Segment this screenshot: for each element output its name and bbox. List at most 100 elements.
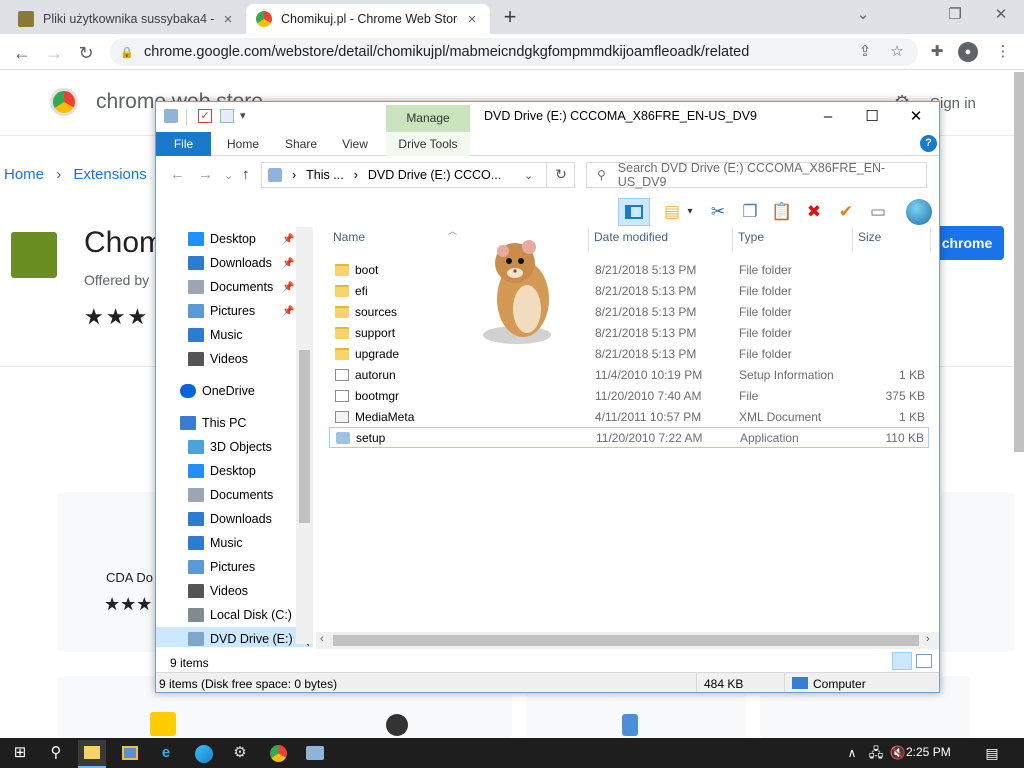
refresh-icon[interactable]: ↻ [546, 162, 575, 188]
tab-home[interactable]: Home [218, 132, 268, 156]
file-row-sources[interactable]: sources 8/21/2018 5:13 PM File folder [329, 301, 929, 322]
checkmark-icon[interactable]: ✔ [834, 200, 858, 224]
nav-scroll-thumb[interactable] [299, 350, 310, 523]
address-this-pc[interactable]: This ... [306, 168, 344, 182]
close-button[interactable]: ✕ [894, 105, 938, 129]
control-panel-icon[interactable] [122, 746, 138, 760]
nav-item-pictures[interactable]: Pictures 📌 [156, 299, 313, 323]
column-size[interactable]: Size [858, 230, 881, 244]
nav-item-desktop[interactable]: Desktop [156, 459, 313, 483]
column-type[interactable]: Type [738, 230, 764, 244]
forward-icon[interactable]: → [198, 166, 213, 183]
breadcrumb-extensions[interactable]: Extensions [73, 166, 146, 183]
chevron-down-icon[interactable]: ▾ [678, 200, 702, 224]
column-separator[interactable] [588, 227, 589, 253]
scroll-right-icon[interactable]: › [926, 633, 930, 645]
network-icon[interactable]: 🖧 [864, 742, 888, 764]
nav-item-local-disk[interactable]: Local Disk (C:) [156, 603, 313, 627]
new-tab-button[interactable]: + [498, 6, 522, 30]
close-window-button[interactable]: ✕ [978, 4, 1024, 26]
forward-icon[interactable]: → [42, 41, 66, 65]
scroll-left-icon[interactable]: ‹ [320, 633, 324, 645]
nav-item-music[interactable]: Music [156, 323, 313, 347]
restore-button[interactable]: ❐ [932, 4, 978, 26]
profile-avatar-icon[interactable]: ● [958, 42, 978, 62]
tab-pliki[interactable]: Pliki użytkownika sussybaka4 - C × [8, 4, 246, 34]
globe-icon[interactable] [906, 199, 932, 225]
chevron-down-icon[interactable]: ⌄ [524, 169, 533, 182]
file-row-efi[interactable]: efi 8/21/2018 5:13 PM File folder [329, 280, 929, 301]
up-icon[interactable]: ↑ [242, 166, 250, 183]
share-icon[interactable]: ⇪ [854, 41, 876, 63]
tab-close-icon[interactable]: × [464, 11, 480, 28]
nav-item-pictures[interactable]: Pictures [156, 555, 313, 579]
nav-item-onedrive[interactable]: OneDrive [156, 379, 313, 403]
file-row-setup[interactable]: setup 11/20/2010 7:22 AM Application 110 KB [329, 427, 929, 448]
properties-icon[interactable]: ✓ [198, 109, 212, 123]
notifications-icon[interactable]: ▤ [980, 742, 1004, 764]
recent-chevron-icon[interactable]: ⌄ [224, 169, 233, 182]
tab-chrome-web-store[interactable]: Chomikuj.pl - Chrome Web Store × [246, 4, 490, 34]
extensions-puzzle-icon[interactable]: ✚ [926, 41, 948, 63]
bookmark-star-icon[interactable]: ☆ [886, 41, 908, 63]
chrome-icon[interactable] [270, 745, 287, 762]
nav-item-videos[interactable]: Videos [156, 347, 313, 371]
address-path[interactable]: › This ... › DVD Drive (E:) CCCO... ⌄ [261, 162, 575, 188]
nav-item-videos[interactable]: Videos [156, 579, 313, 603]
breadcrumb-home[interactable]: Home [4, 166, 44, 183]
file-row-support[interactable]: support 8/21/2018 5:13 PM File folder [329, 322, 929, 343]
address-bar[interactable]: 🔒 chrome.google.com/webstore/detail/chom… [110, 38, 918, 66]
nav-item-dvd-drive[interactable]: DVD Drive (E:) C( [156, 627, 313, 647]
tab-view[interactable]: View [332, 132, 378, 156]
large-icons-view-icon[interactable] [916, 654, 932, 668]
column-separator[interactable] [852, 227, 853, 253]
horizontal-scroll-thumb[interactable] [333, 635, 919, 646]
tab-drive-tools[interactable]: Drive Tools [386, 132, 470, 156]
nav-item-desktop[interactable]: Desktop 📌 [156, 227, 313, 251]
manage-tab[interactable]: Manage [386, 105, 470, 132]
help-icon[interactable]: ? [920, 135, 937, 152]
back-icon[interactable]: ← [170, 166, 185, 183]
file-row-upgrade[interactable]: upgrade 8/21/2018 5:13 PM File folder [329, 343, 929, 364]
search-box[interactable]: ⚲ Search DVD Drive (E:) CCCOMA_X86FRE_EN… [586, 161, 927, 189]
windows-start-icon[interactable]: ⊞ [8, 742, 32, 764]
column-separator[interactable] [930, 227, 931, 253]
delete-icon[interactable]: ✖ [802, 200, 826, 224]
drive-app-icon[interactable] [306, 746, 324, 760]
search-icon[interactable]: ⚲ [44, 742, 68, 764]
nav-item-documents[interactable]: Documents [156, 483, 313, 507]
back-icon[interactable]: ← [10, 41, 34, 65]
page-scrollbar[interactable] [1014, 72, 1024, 452]
cut-scissors-icon[interactable]: ✂ [706, 200, 730, 224]
file-row-autorun[interactable]: autorun 11/4/2010 10:19 PM Setup Informati… [329, 364, 929, 385]
nav-item-3d-objects[interactable]: 3D Objects [156, 435, 313, 459]
add-to-chrome-button[interactable]: chrome [930, 226, 1004, 260]
file-row-bootmgr[interactable]: bootmgr 11/20/2010 7:40 AM File 375 KB [329, 385, 929, 406]
copy-icon[interactable]: ❐ [738, 200, 762, 224]
file-row-boot[interactable]: boot 8/21/2018 5:13 PM File folder [329, 259, 929, 280]
details-view-icon[interactable] [892, 652, 912, 670]
paste-clipboard-icon[interactable]: 📋 [770, 200, 794, 224]
rename-icon[interactable]: ▭ [866, 200, 890, 224]
edge-icon[interactable] [195, 745, 213, 763]
related-card[interactable] [940, 492, 1014, 652]
maximize-button[interactable]: ☐ [850, 105, 894, 129]
tab-share[interactable]: Share [276, 132, 326, 156]
address-drive[interactable]: DVD Drive (E:) CCCO... [368, 168, 501, 182]
internet-explorer-icon[interactable]: e [154, 742, 178, 764]
menu-dots-icon[interactable]: ⋮ [992, 41, 1014, 63]
column-date-modified[interactable]: Date modified [594, 230, 668, 244]
minimize-button[interactable]: – [806, 105, 850, 129]
reload-icon[interactable]: ↻ [74, 41, 98, 65]
nav-item-downloads[interactable]: Downloads 📌 [156, 251, 313, 275]
nav-item-music[interactable]: Music [156, 531, 313, 555]
settings-gears-icon[interactable]: ⚙ [228, 742, 252, 764]
chevron-down-icon[interactable]: ▾ [240, 109, 246, 125]
tab-close-icon[interactable]: × [220, 11, 236, 28]
chevron-up-icon[interactable]: ∧ [840, 742, 864, 764]
nav-item-downloads[interactable]: Downloads [156, 507, 313, 531]
nav-item-documents[interactable]: Documents 📌 [156, 275, 313, 299]
tab-file[interactable]: File [156, 132, 211, 156]
column-separator[interactable] [732, 227, 733, 253]
new-folder-icon[interactable] [220, 109, 234, 123]
